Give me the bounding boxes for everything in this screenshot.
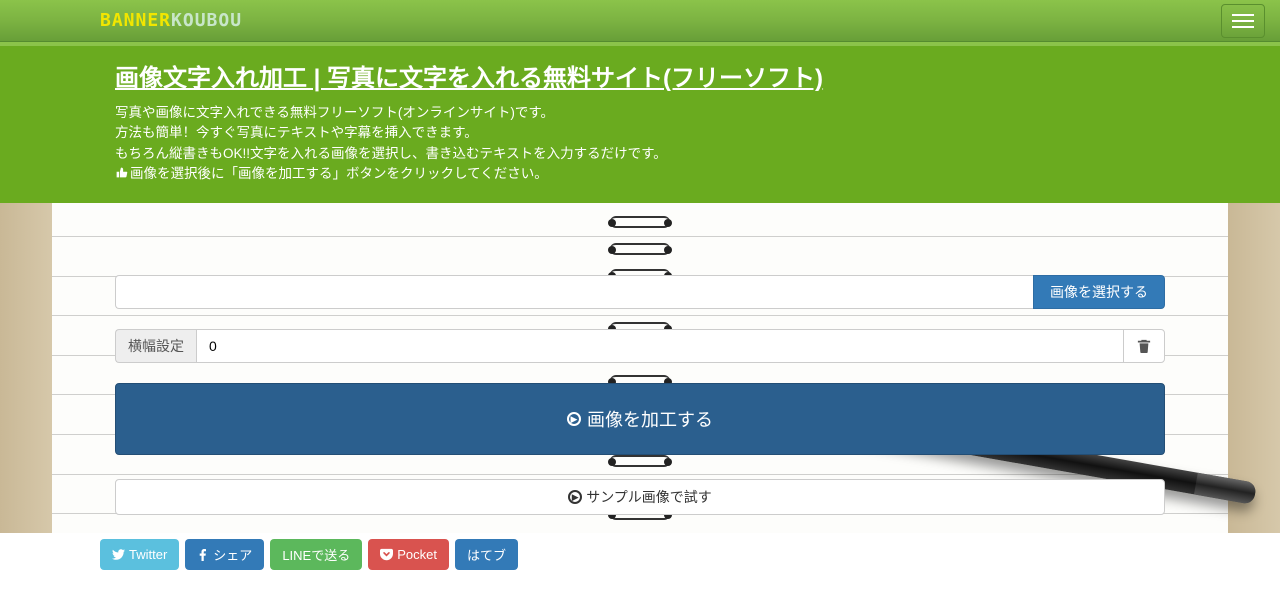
hero-desc-1: 写真や画像に文字入れできる無料フリーソフト(オンラインサイト)です。 xyxy=(115,103,1165,123)
logo-text-1: BANNER xyxy=(100,10,171,31)
share-twitter-button[interactable]: Twitter xyxy=(100,539,179,570)
process-image-button[interactable]: ▶ 画像を加工する xyxy=(115,383,1165,455)
hero-section: 画像文字入れ加工 | 写真に文字を入れる無料サイト(フリーソフト) 写真や画像に… xyxy=(0,46,1280,203)
hero-desc-4: 画像を選択後に「画像を加工する」ボタンをクリックしてください。 xyxy=(115,164,1165,185)
notebook-background-section: 画像を選択する 横幅設定 ▶ 画像を加工する ▶ サンプル画像で試す xyxy=(0,203,1280,533)
share-facebook-button[interactable]: シェア xyxy=(185,539,264,570)
share-line-button[interactable]: LINEで送る xyxy=(270,539,362,570)
twitter-icon xyxy=(112,548,125,561)
page-title[interactable]: 画像文字入れ加工 | 写真に文字を入れる無料サイト(フリーソフト) xyxy=(115,58,1165,93)
trash-icon xyxy=(1137,339,1151,353)
pocket-icon xyxy=(380,548,393,561)
circle-arrow-right-icon: ▶ xyxy=(567,412,581,426)
form-area: 画像を選択する 横幅設定 ▶ 画像を加工する ▶ サンプル画像で試す xyxy=(100,203,1180,515)
width-label: 横幅設定 xyxy=(115,329,196,363)
select-image-button[interactable]: 画像を選択する xyxy=(1033,275,1165,309)
hero-desc-4-text: 画像を選択後に「画像を加工する」ボタンをクリックしてください。 xyxy=(130,166,548,181)
twitter-label: Twitter xyxy=(129,547,167,562)
facebook-icon xyxy=(197,549,209,561)
circle-arrow-right-icon: ▶ xyxy=(568,490,582,504)
sample-button-label: サンプル画像で試す xyxy=(586,487,712,507)
site-logo[interactable]: BANNERKOUBOU xyxy=(100,10,242,31)
logo-text-2: KOUBOU xyxy=(171,10,242,31)
share-pocket-button[interactable]: Pocket xyxy=(368,539,449,570)
hamburger-menu-button[interactable] xyxy=(1221,4,1265,38)
thumbs-up-icon xyxy=(115,165,128,185)
pocket-label: Pocket xyxy=(397,547,437,562)
trash-button[interactable] xyxy=(1123,329,1165,363)
width-input[interactable] xyxy=(196,329,1123,363)
sample-image-button[interactable]: ▶ サンプル画像で試す xyxy=(115,479,1165,515)
facebook-label: シェア xyxy=(213,545,252,564)
file-input-group: 画像を選択する xyxy=(115,275,1165,309)
share-hatena-button[interactable]: はてブ xyxy=(455,539,518,570)
hero-desc-2: 方法も簡単！今すぐ写真にテキストや字幕を挿入できます。 xyxy=(115,123,1165,143)
navbar: BANNERKOUBOU xyxy=(0,0,1280,42)
file-path-display[interactable] xyxy=(115,275,1033,309)
share-bar: Twitter シェア LINEで送る Pocket はてブ xyxy=(100,533,1180,570)
width-input-group: 横幅設定 xyxy=(115,329,1165,363)
process-button-label: 画像を加工する xyxy=(587,406,713,432)
hero-desc-3: もちろん縦書きもOK!!文字を入れる画像を選択し、書き込むテキストを入力するだけ… xyxy=(115,144,1165,164)
